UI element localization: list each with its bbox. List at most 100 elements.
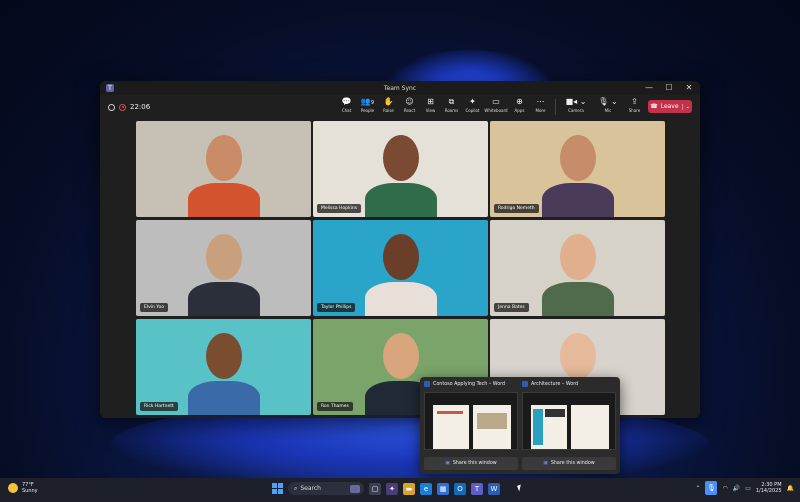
search-icon: ⌕: [294, 484, 298, 492]
shield-icon: [108, 103, 115, 111]
weather-widget[interactable]: 77°F Sunny: [8, 482, 38, 494]
share-this-window-button[interactable]: ▣ Share this window: [522, 457, 616, 470]
participant-face: [383, 135, 419, 181]
toolbar-divider: [555, 99, 556, 115]
react-button[interactable]: ☺ React: [399, 97, 420, 115]
file-explorer-icon[interactable]: ▬: [403, 482, 415, 495]
participant-name-label: Rodrigo Nemeth: [494, 204, 539, 213]
copilot-app-icon[interactable]: ✦: [386, 482, 398, 495]
meeting-toolbar: 💬 Chat 👥9 People ✋ Raise ☺ React ⊞ View ⧉ Room…: [336, 97, 645, 115]
document-preview: [424, 392, 518, 450]
participant-body: [188, 282, 260, 316]
teams-meeting-window[interactable]: T Team Sync — ☐ ✕ 22:06 💬 Chat 👥9 People ✋…: [100, 81, 700, 418]
teams-icon: ▣: [445, 461, 450, 466]
view-button[interactable]: ⊞ View: [420, 97, 441, 115]
participant-name-label: Rick Hartnett: [140, 402, 178, 411]
thumbnail-title: Contoso Applying Tech – Word: [433, 381, 506, 387]
apps-icon: ⊕: [516, 97, 523, 106]
chat-button[interactable]: 💬 Chat: [336, 97, 357, 115]
camera-button[interactable]: ■◂ ⌄ Camera: [560, 97, 592, 115]
meeting-controls-bar: 22:06 💬 Chat 👥9 People ✋ Raise ☺ React ⊞ View…: [100, 95, 700, 119]
participant-video-tile[interactable]: Elvin Yoo: [136, 220, 311, 316]
leave-button[interactable]: ☎ Leave ⌄: [648, 100, 692, 113]
document-preview: [522, 392, 616, 450]
participant-video-tile[interactable]: Jenna Bates: [490, 220, 665, 316]
wifi-icon[interactable]: ◠: [722, 485, 727, 492]
more-icon: ⋯: [536, 97, 545, 106]
edge-icon[interactable]: e: [420, 482, 432, 495]
microphone-in-use-icon[interactable]: 🎙: [705, 481, 718, 495]
participant-face: [206, 234, 242, 280]
share-window-popup[interactable]: Contoso Applying Tech – Word Architectur…: [420, 377, 620, 474]
store-icon[interactable]: ▦: [437, 482, 449, 495]
share-this-window-button[interactable]: ▣ Share this window: [424, 457, 518, 470]
smiley-icon: ☺: [405, 97, 414, 106]
taskbar-search[interactable]: ⌕ Search: [288, 482, 364, 495]
notification-bell-icon[interactable]: 🔔: [787, 485, 794, 492]
taskbar-clock[interactable]: 2:30 PM 1/14/2025: [756, 482, 782, 494]
taskbar: 77°F Sunny ⌕ Search ▢ ✦ ▬ e ▦ O T W ⌃ 🎙 ◠…: [0, 478, 800, 502]
participant-face: [560, 234, 596, 280]
sun-icon: [8, 483, 18, 493]
chevron-down-icon: ⌄: [681, 103, 690, 110]
rooms-button[interactable]: ⧉ Rooms: [441, 97, 462, 115]
outlook-icon[interactable]: O: [454, 482, 466, 495]
task-view-icon[interactable]: ▢: [369, 482, 381, 495]
participant-face: [206, 333, 242, 379]
raise-hand-button[interactable]: ✋ Raise: [378, 97, 399, 115]
leave-label: Leave: [660, 103, 679, 110]
maximize-button[interactable]: ☐: [664, 83, 674, 93]
participant-face: [383, 333, 419, 379]
people-button[interactable]: 👥9 People: [357, 97, 378, 115]
participant-body: [542, 282, 614, 316]
participant-body: [365, 183, 437, 217]
whiteboard-icon: ▭: [492, 97, 500, 106]
close-button[interactable]: ✕: [684, 83, 694, 93]
window-controls: — ☐ ✕: [644, 83, 694, 93]
participant-body: [542, 183, 614, 217]
teams-taskbar-icon[interactable]: T: [471, 482, 483, 495]
window-thumbnail[interactable]: Contoso Applying Tech – Word: [424, 379, 518, 450]
participant-video-tile[interactable]: Rodrigo Nemeth: [490, 121, 665, 217]
system-tray: ⌃ 🎙 ◠ 🔊 ▭ 2:30 PM 1/14/2025 🔔: [695, 481, 794, 495]
phone-hangup-icon: ☎: [650, 103, 658, 110]
participant-body: [188, 381, 260, 415]
minimize-button[interactable]: —: [644, 83, 654, 93]
chevron-up-icon[interactable]: ⌃: [695, 485, 700, 492]
participant-name-label: Melissa Hopkins: [317, 204, 362, 213]
more-button[interactable]: ⋯ More: [530, 97, 551, 115]
microphone-icon: 🎙 ⌄: [598, 97, 618, 106]
people-icon: 👥9: [360, 97, 375, 106]
timer-text: 22:06: [130, 103, 151, 111]
recording-icon: [119, 103, 126, 111]
participant-name-label: Jenna Bates: [494, 303, 529, 312]
search-highlight-icon: [350, 484, 360, 493]
chat-icon: 💬: [341, 97, 352, 106]
window-thumbnail[interactable]: Architecture – Word: [522, 379, 616, 450]
share-screen-icon: ⇪: [631, 97, 638, 106]
start-button[interactable]: [272, 483, 283, 494]
participant-name-label: Ron Thames: [317, 402, 353, 411]
participant-body: [365, 282, 437, 316]
participant-video-tile[interactable]: [136, 121, 311, 217]
teams-icon: ▣: [543, 461, 548, 466]
battery-icon[interactable]: ▭: [745, 485, 751, 492]
copilot-button[interactable]: ✦ Copilot: [462, 97, 483, 115]
whiteboard-button[interactable]: ▭ Whiteboard: [483, 97, 509, 115]
participant-face: [560, 333, 596, 379]
apps-button[interactable]: ⊕ Apps: [509, 97, 530, 115]
participant-video-tile[interactable]: Rick Hartnett: [136, 319, 311, 415]
volume-icon[interactable]: 🔊: [733, 485, 740, 492]
participant-video-tile[interactable]: Taylor Phillips: [313, 220, 488, 316]
participant-face: [383, 234, 419, 280]
share-button[interactable]: ⇪ Share: [624, 97, 645, 115]
people-count-badge: 9: [370, 100, 375, 106]
word-taskbar-icon[interactable]: W: [488, 482, 500, 495]
camera-icon: ■◂ ⌄: [565, 97, 587, 106]
participant-face: [560, 135, 596, 181]
mic-button[interactable]: 🎙 ⌄ Mic: [592, 97, 624, 115]
participant-video-tile[interactable]: Melissa Hopkins: [313, 121, 488, 217]
title-bar[interactable]: T Team Sync — ☐ ✕: [100, 81, 700, 95]
participant-face: [206, 135, 242, 181]
rooms-icon: ⧉: [448, 97, 455, 106]
